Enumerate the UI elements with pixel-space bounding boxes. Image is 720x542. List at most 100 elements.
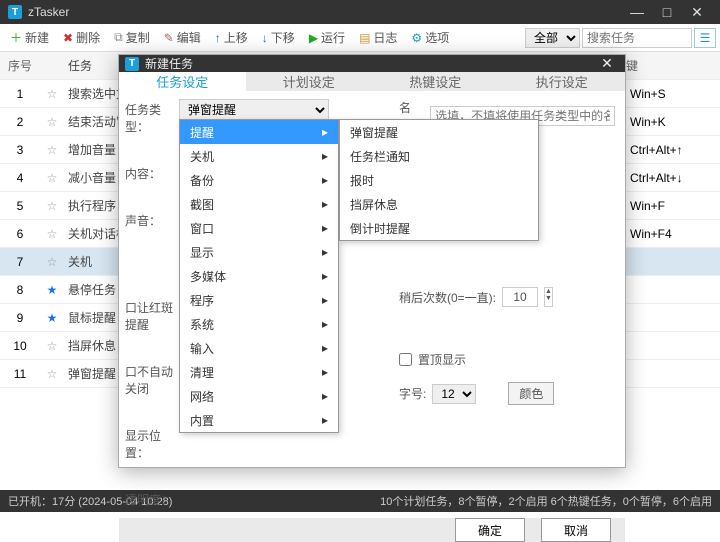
row-num: 8 (0, 283, 40, 297)
submenu-item[interactable]: 报时 (340, 168, 538, 192)
star-icon[interactable]: ☆ (40, 87, 64, 101)
tab-task[interactable]: 任务设定 (119, 72, 246, 91)
dialog-close-button[interactable]: ✕ (595, 55, 619, 72)
col-hotkey-header: 热键 (610, 57, 720, 74)
toolbar: ＋新建 ✖删除 ⧉复制 ✎编辑 ↑上移 ↓下移 ▶运行 ▤日志 ⚙选项 全部 ☰ (0, 24, 720, 52)
row-num: 9 (0, 311, 40, 325)
star-icon[interactable]: ☆ (40, 255, 64, 269)
misc-2[interactable]: 口不自动关闭 (125, 363, 173, 397)
run-button[interactable]: ▶运行 (303, 27, 351, 48)
row-num: 11 (0, 367, 40, 381)
row-hotkey: 无 (610, 337, 720, 354)
row-hotkey: Win+S (610, 87, 720, 101)
type-menu-item[interactable]: 输入▸ (180, 336, 338, 360)
titlebar: T zTasker — □ ✕ (0, 0, 720, 24)
label-content: 内容： (125, 165, 173, 182)
row-hotkey: Win+F4 (610, 227, 720, 241)
minimize-button[interactable]: — (622, 4, 652, 20)
tab-hotkey[interactable]: 热键设定 (372, 72, 499, 91)
star-icon[interactable]: ☆ (40, 367, 64, 381)
maximize-button[interactable]: □ (652, 4, 682, 20)
type-menu-item[interactable]: 截图▸ (180, 192, 338, 216)
row-hotkey: 无 (610, 309, 720, 326)
star-icon[interactable]: ★ (40, 283, 64, 297)
type-menu-item[interactable]: 清理▸ (180, 360, 338, 384)
font-size-select[interactable]: 12 (432, 384, 476, 404)
type-submenu[interactable]: 弹窗提醒任务栏通知报时挡屏休息倒计时提醒 (339, 119, 539, 241)
cancel-button[interactable]: 取消 (541, 518, 611, 542)
row-num: 2 (0, 115, 40, 129)
type-menu-item[interactable]: 网络▸ (180, 384, 338, 408)
star-icon[interactable]: ☆ (40, 143, 64, 157)
type-menu-item[interactable]: 关机▸ (180, 144, 338, 168)
row-hotkey: 无 (610, 253, 720, 270)
type-dropdown[interactable]: 提醒▸关机▸备份▸截图▸窗口▸显示▸多媒体▸程序▸系统▸输入▸清理▸网络▸内置▸ (179, 119, 339, 433)
dialog-logo: T (125, 57, 139, 71)
log-button[interactable]: ▤日志 (353, 27, 403, 48)
moveup-button[interactable]: ↑上移 (209, 27, 254, 48)
type-menu-item[interactable]: 多媒体▸ (180, 264, 338, 288)
label-font: 字号: (399, 385, 426, 402)
new-task-dialog: T 新建任务 ✕ 任务设定 计划设定 热键设定 执行设定 任务类型： 内容： 声… (118, 54, 626, 468)
delay-stepper[interactable]: ▲▼ (544, 287, 553, 307)
misc-1[interactable]: 口让红斑提醒 (125, 299, 173, 333)
label-delay: 稍后次数(0=一直): (399, 289, 496, 306)
copy-button[interactable]: ⧉复制 (108, 27, 156, 48)
movedown-button[interactable]: ↓下移 (256, 27, 301, 48)
tab-execute[interactable]: 执行设定 (499, 72, 626, 91)
app-title: zTasker (28, 5, 69, 19)
form-labels: 任务类型： 内容： 声音： 口让红斑提醒 口不自动关闭 显示位置： 透明度： (119, 91, 179, 518)
dialog-title: 新建任务 (145, 55, 193, 72)
search-input[interactable] (582, 28, 692, 48)
row-hotkey: Ctrl+Alt+↑ (610, 143, 720, 157)
tab-schedule[interactable]: 计划设定 (246, 72, 373, 91)
dialog-tabs: 任务设定 计划设定 热键设定 执行设定 (119, 72, 625, 91)
app-logo: T (8, 5, 22, 19)
type-menu-item[interactable]: 内置▸ (180, 408, 338, 432)
type-menu-item[interactable]: 备份▸ (180, 168, 338, 192)
type-menu-item[interactable]: 显示▸ (180, 240, 338, 264)
edit-button[interactable]: ✎编辑 (158, 27, 207, 48)
star-icon[interactable]: ★ (40, 311, 64, 325)
star-icon[interactable]: ☆ (40, 339, 64, 353)
type-menu-item[interactable]: 系统▸ (180, 312, 338, 336)
new-button[interactable]: ＋新建 (4, 27, 55, 48)
submenu-item[interactable]: 任务栏通知 (340, 144, 538, 168)
row-num: 3 (0, 143, 40, 157)
star-icon[interactable]: ☆ (40, 115, 64, 129)
row-hotkey: 无 (610, 281, 720, 298)
dialog-footer: 确定 取消 (119, 518, 625, 542)
options-button[interactable]: ⚙选项 (405, 27, 455, 48)
row-hotkey: Win+K (610, 115, 720, 129)
submenu-item[interactable]: 倒计时提醒 (340, 216, 538, 240)
submenu-item[interactable]: 弹窗提醒 (340, 120, 538, 144)
row-num: 10 (0, 339, 40, 353)
label-sound: 声音： (125, 212, 173, 229)
ontop-label: 置顶显示 (418, 351, 466, 368)
star-icon[interactable]: ☆ (40, 227, 64, 241)
row-hotkey: Ctrl+Alt+↓ (610, 171, 720, 185)
row-num: 6 (0, 227, 40, 241)
dialog-titlebar: T 新建任务 ✕ (119, 55, 625, 72)
row-num: 7 (0, 255, 40, 269)
ontop-checkbox[interactable] (399, 353, 412, 366)
label-type: 任务类型： (125, 101, 173, 135)
type-menu-item[interactable]: 提醒▸ (180, 120, 338, 144)
col-num-header: 序号 (0, 57, 40, 74)
list-toggle-icon[interactable]: ☰ (694, 28, 716, 48)
submenu-item[interactable]: 挡屏休息 (340, 192, 538, 216)
ok-button[interactable]: 确定 (455, 518, 525, 542)
delete-button[interactable]: ✖删除 (57, 27, 106, 48)
star-icon[interactable]: ☆ (40, 199, 64, 213)
close-button[interactable]: ✕ (682, 4, 712, 21)
row-hotkey: 无 (610, 365, 720, 382)
color-button[interactable]: 颜色 (508, 382, 554, 405)
star-icon[interactable]: ☆ (40, 171, 64, 185)
row-hotkey: Win+F (610, 199, 720, 213)
row-num: 1 (0, 87, 40, 101)
task-type-select[interactable]: 弹窗提醒 (179, 99, 329, 121)
filter-select[interactable]: 全部 (525, 28, 580, 48)
type-menu-item[interactable]: 窗口▸ (180, 216, 338, 240)
type-menu-item[interactable]: 程序▸ (180, 288, 338, 312)
delay-value[interactable]: 10 (502, 287, 538, 307)
